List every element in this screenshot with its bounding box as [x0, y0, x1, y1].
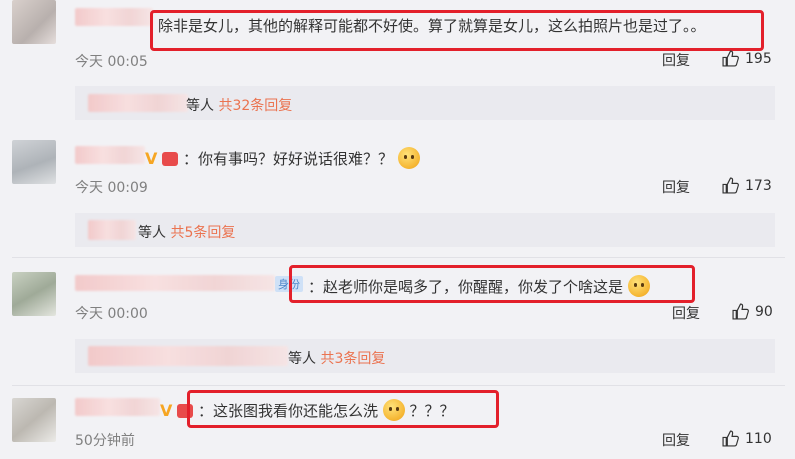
- username-redacted[interactable]: [75, 8, 153, 26]
- avatar[interactable]: [12, 140, 56, 184]
- like-button[interactable]: 90: [732, 303, 773, 320]
- highlight-box: [187, 390, 499, 428]
- reply-button[interactable]: 回复: [662, 177, 690, 197]
- divider: [12, 257, 785, 258]
- thumbs-up-icon: [722, 177, 739, 194]
- reply-button[interactable]: 回复: [672, 303, 700, 323]
- comment-time: 50分钟前: [75, 433, 135, 449]
- comment-text: ：你有事吗？好好说话很难？？: [182, 150, 393, 168]
- comment-time: 今天 00:00: [75, 306, 148, 322]
- reply-button[interactable]: 回复: [662, 430, 690, 450]
- like-count: 90: [755, 303, 773, 320]
- username-redacted[interactable]: [75, 398, 160, 416]
- thread-link[interactable]: 共5条回复: [170, 225, 235, 241]
- thumbs-up-icon: [722, 50, 739, 67]
- thread-people: 等人: [138, 225, 166, 241]
- like-count: 195: [745, 50, 772, 67]
- thumbs-up-icon: [732, 303, 749, 320]
- thread-link[interactable]: 共3条回复: [320, 351, 385, 367]
- replier-names-redacted: [88, 220, 136, 240]
- like-button[interactable]: 173: [722, 177, 772, 194]
- thumbs-up-icon: [722, 430, 739, 447]
- comment-time: 今天 00:05: [75, 54, 148, 70]
- like-count: 110: [745, 430, 772, 447]
- reply-button[interactable]: 回复: [662, 50, 690, 70]
- thinking-emoji-icon: [397, 147, 420, 169]
- comment-time: 今天 00:09: [75, 180, 148, 196]
- avatar[interactable]: [12, 398, 56, 442]
- highlight-box: [289, 265, 695, 303]
- like-button[interactable]: 195: [722, 50, 772, 67]
- avatar[interactable]: [12, 0, 56, 44]
- thread-people: 等人: [186, 98, 214, 114]
- replier-names-redacted: [88, 346, 288, 366]
- divider: [12, 385, 785, 386]
- thread-people: 等人: [288, 351, 316, 367]
- highlight-box: [150, 10, 764, 51]
- username-redacted[interactable]: [75, 275, 275, 291]
- avatar[interactable]: [12, 272, 56, 316]
- verified-v-icon: V: [145, 149, 158, 168]
- replier-names-redacted: [88, 94, 188, 112]
- verified-v-icon: V: [160, 401, 173, 420]
- member-badge-icon: [162, 152, 179, 166]
- like-button[interactable]: 110: [722, 430, 772, 447]
- username-redacted[interactable]: [75, 146, 145, 164]
- thread-link[interactable]: 共32条回复: [218, 98, 292, 114]
- like-count: 173: [745, 177, 772, 194]
